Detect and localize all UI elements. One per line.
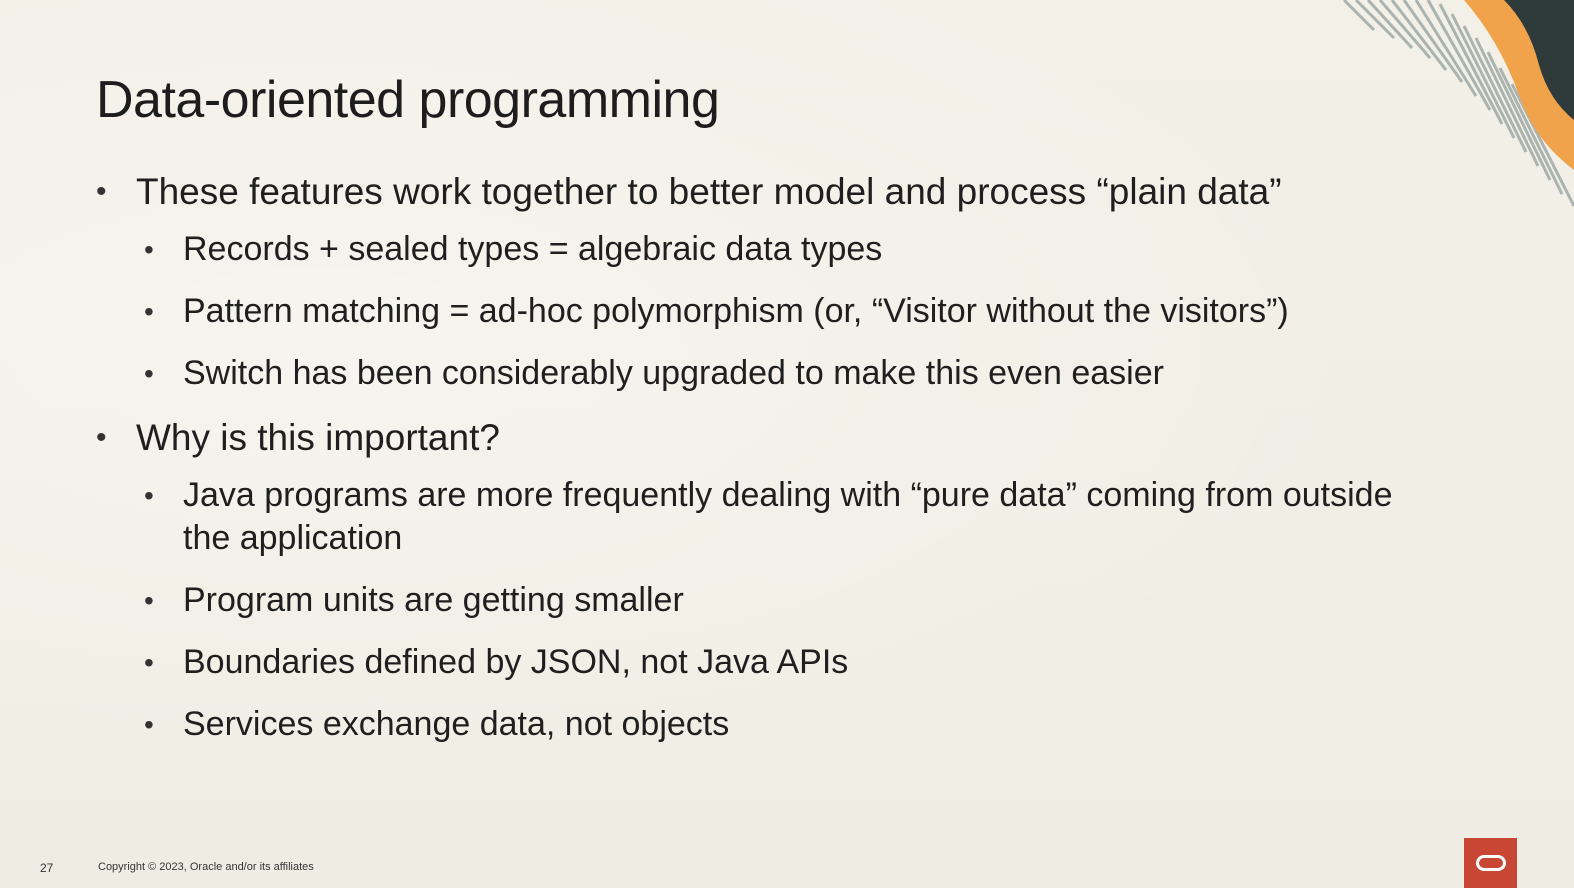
bullet-text: Why is this important? [136, 417, 500, 458]
sub-bullet-item: Boundaries defined by JSON, not Java API… [136, 641, 1416, 684]
sub-bullet-item: Services exchange data, not objects [136, 703, 1416, 746]
sub-bullet-list: Records + sealed types = algebraic data … [136, 228, 1416, 395]
slide: Data-oriented programming These features… [0, 0, 1574, 888]
slide-title: Data-oriented programming [96, 71, 720, 129]
bullet-item: These features work together to better m… [96, 168, 1416, 395]
page-number: 27 [40, 861, 54, 875]
bullet-item: Why is this important? Java programs are… [96, 414, 1416, 746]
sub-bullet-item: Switch has been considerably upgraded to… [136, 352, 1416, 395]
sub-bullet-item: Program units are getting smaller [136, 579, 1416, 622]
copyright-text: Copyright © 2023, Oracle and/or its affi… [98, 861, 314, 873]
logo-ring [1475, 855, 1506, 871]
oracle-logo-icon [1464, 838, 1517, 888]
sub-bullet-item: Pattern matching = ad-hoc polymorphism (… [136, 290, 1416, 333]
sub-bullet-item: Records + sealed types = algebraic data … [136, 228, 1416, 271]
sub-bullet-list: Java programs are more frequently dealin… [136, 474, 1416, 746]
bullet-text: These features work together to better m… [136, 171, 1282, 212]
sub-bullet-item: Java programs are more frequently dealin… [136, 474, 1416, 560]
bullet-list: These features work together to better m… [96, 168, 1416, 765]
